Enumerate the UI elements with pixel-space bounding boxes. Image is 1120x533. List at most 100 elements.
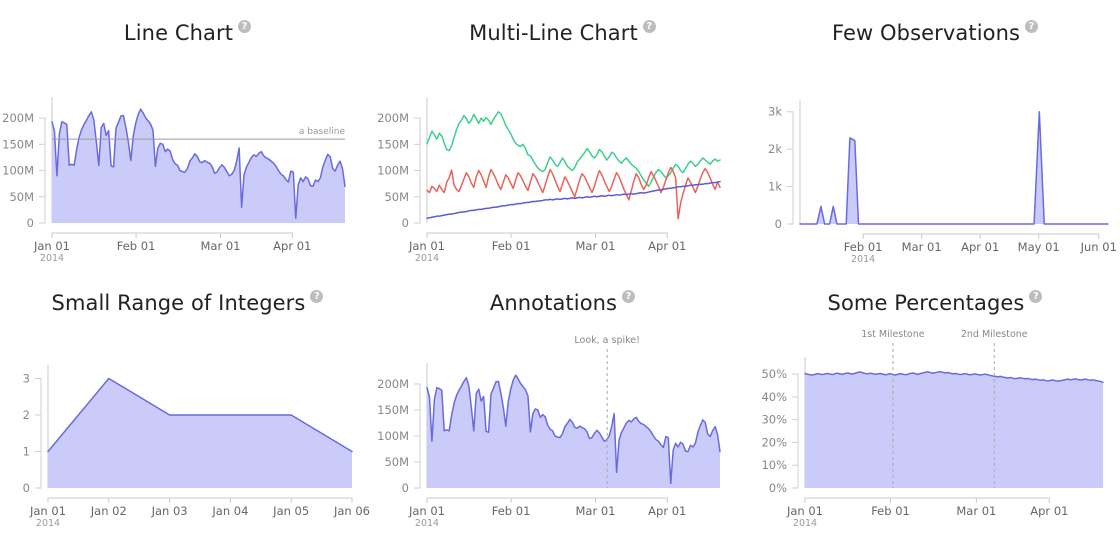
chart-svg: 0 50M 100M 150M 200M a baseline Jan 01 Feb 01 Ma… bbox=[2, 97, 346, 264]
y-axis-tick-label: 50M bbox=[9, 190, 34, 204]
y-axis-tick-label: 2k bbox=[768, 142, 782, 156]
y-axis-tick-label: 0 bbox=[27, 216, 34, 230]
series-area bbox=[427, 375, 720, 488]
y-axis-tick-label: 0 bbox=[775, 217, 782, 231]
series-line bbox=[426, 111, 721, 188]
x-axis-tick-label: Mar 01 bbox=[200, 239, 240, 253]
plot-area-few-observations: 0 1k 2k 3k Feb 01 Mar 01 Apr 01 May 01 Jun 01 201… bbox=[750, 0, 1120, 270]
x-axis-tick-label: Feb 01 bbox=[117, 239, 156, 253]
x-axis-tick-label: Jan 02 bbox=[90, 504, 127, 518]
x-axis-tick-label: Jan 01 bbox=[29, 504, 66, 518]
series-line bbox=[799, 110, 1109, 225]
series-line bbox=[426, 180, 721, 220]
y-axis-tick-label: 100M bbox=[377, 429, 409, 443]
x-axis-year-label: 2014 bbox=[793, 518, 817, 529]
y-axis-tick-label: 2 bbox=[23, 408, 30, 422]
x-axis-tick-label: Apr 01 bbox=[648, 239, 686, 253]
x-axis-tick-label: Feb 01 bbox=[492, 504, 531, 518]
x-axis-year-label: 2014 bbox=[415, 253, 439, 264]
chart-card-line-chart: Line Chart? 0 50M 100M 150M 200M a baseline Ja… bbox=[0, 0, 375, 270]
x-axis-tick-label: Jan 05 bbox=[272, 504, 309, 518]
baseline-label: a baseline bbox=[299, 127, 346, 137]
x-axis-tick-label: Apr 01 bbox=[648, 504, 686, 518]
x-axis-tick-label: Mar 01 bbox=[902, 240, 942, 254]
x-axis-tick-label: Jan 01 bbox=[408, 504, 445, 518]
chart-svg: 0 1 2 3 Jan 01 Jan 02 Jan 03 Jan 04 Jan 05 Jan 06… bbox=[23, 365, 370, 529]
x-axis-tick-label: Apr 01 bbox=[273, 239, 311, 253]
vertical-marker-label: 2nd Milestone bbox=[961, 329, 1028, 340]
x-axis-tick-label: Feb 01 bbox=[871, 504, 910, 518]
plot-area-annotations: 0 50M 100M 150M 200M Look, a spike! Jan 01 Feb … bbox=[375, 270, 750, 533]
series-area bbox=[805, 371, 1103, 488]
x-axis-year-label: 2014 bbox=[415, 518, 439, 529]
x-axis-tick-label: Feb 01 bbox=[844, 240, 883, 254]
chart-svg: 0 50M 100M 150M 200M Jan 01 Feb 01 Mar 01 Apr 01… bbox=[377, 97, 721, 264]
y-axis-tick-label: 10% bbox=[761, 458, 787, 472]
y-axis-tick-label: 150M bbox=[377, 403, 409, 417]
x-axis-year-label: 2014 bbox=[36, 518, 60, 529]
x-axis-tick-label: Jan 01 bbox=[786, 504, 823, 518]
y-axis-rail bbox=[787, 111, 794, 225]
x-axis-tick-label: Apr 01 bbox=[961, 240, 999, 254]
y-axis-tick-label: 200M bbox=[377, 377, 409, 391]
y-axis-tick-label: 20% bbox=[761, 435, 787, 449]
x-axis-rail bbox=[862, 233, 1100, 239]
y-axis-tick-label: 0% bbox=[769, 481, 787, 495]
y-axis-tick-label: 0 bbox=[402, 481, 409, 495]
chart-card-few-observations: Few Observations? 0 1k 2k 3k Feb 01 Mar 01 Apr… bbox=[750, 0, 1120, 270]
x-axis-rail bbox=[426, 497, 668, 503]
y-axis-rail bbox=[792, 373, 799, 489]
y-axis-tick-label: 3 bbox=[23, 371, 30, 385]
series-area bbox=[48, 378, 352, 488]
y-axis-tick-label: 0 bbox=[402, 216, 409, 230]
chart-card-annotations: Annotations? 0 50M 100M 150M 200M Look, a spi… bbox=[375, 270, 750, 533]
x-axis-tick-label: Jan 01 bbox=[408, 239, 445, 253]
chart-card-small-range-of-integers: Small Range of Integers? 0 1 2 3 Jan 01 Jan 0… bbox=[0, 270, 375, 533]
x-axis-rail bbox=[47, 497, 353, 503]
x-axis-rail bbox=[51, 232, 293, 238]
x-axis-tick-label: Mar 01 bbox=[575, 239, 615, 253]
y-axis-tick-label: 1 bbox=[23, 444, 30, 458]
x-axis-tick-label: Mar 01 bbox=[956, 504, 996, 518]
y-axis-tick-label: 30% bbox=[761, 413, 787, 427]
y-axis-tick-label: 50M bbox=[384, 455, 409, 469]
x-axis-year-label: 2014 bbox=[851, 254, 875, 265]
x-axis-tick-label: Jan 06 bbox=[333, 504, 370, 518]
y-axis-tick-label: 3k bbox=[768, 105, 782, 119]
chart-card-multi-line-chart: Multi-Line Chart? 0 50M 100M 150M 200M Jan 01… bbox=[375, 0, 750, 270]
y-axis-tick-label: 200M bbox=[377, 111, 409, 125]
x-axis-tick-label: May 01 bbox=[1018, 240, 1060, 254]
plot-area-small-range-of-integers: 0 1 2 3 Jan 01 Jan 02 Jan 03 Jan 04 Jan 05 Jan 06… bbox=[0, 270, 375, 533]
x-axis-tick-label: Jun 01 bbox=[1080, 240, 1117, 254]
chart-svg: 0 50M 100M 150M 200M Look, a spike! Jan 01 Feb … bbox=[377, 335, 721, 529]
x-axis-tick-label: Feb 01 bbox=[492, 239, 531, 253]
vertical-marker-label: Look, a spike! bbox=[574, 335, 640, 346]
y-axis-tick-label: 150M bbox=[2, 137, 34, 151]
y-axis-tick-label: 100M bbox=[2, 164, 34, 178]
y-axis-tick-label: 100M bbox=[377, 164, 409, 178]
plot-area-line-chart: 0 50M 100M 150M 200M a baseline Jan 01 Feb 01 Ma… bbox=[0, 0, 375, 270]
y-axis-tick-label: 50% bbox=[761, 367, 787, 381]
y-axis-rail bbox=[35, 377, 42, 489]
y-axis-tick-label: 50M bbox=[384, 190, 409, 204]
plot-area-some-percentages: 0% 10% 20% 30% 40% 50% 1st Milestone 2nd Milest… bbox=[750, 270, 1120, 533]
plot-area-multi-line-chart: 0 50M 100M 150M 200M Jan 01 Feb 01 Mar 01 Apr 01… bbox=[375, 0, 750, 270]
x-axis-tick-label: Apr 01 bbox=[1030, 504, 1068, 518]
y-axis-tick-label: 40% bbox=[761, 390, 787, 404]
chart-svg: 0% 10% 20% 30% 40% 50% 1st Milestone 2nd Milest… bbox=[761, 329, 1104, 529]
x-axis-rail bbox=[426, 232, 668, 238]
y-axis-tick-label: 1k bbox=[768, 180, 782, 194]
x-axis-tick-label: Jan 03 bbox=[151, 504, 188, 518]
vertical-marker-label: 1st Milestone bbox=[861, 329, 925, 340]
y-axis-tick-label: 0 bbox=[23, 481, 30, 495]
x-axis-tick-label: Jan 04 bbox=[211, 504, 248, 518]
charts-grid: Line Chart? 0 50M 100M 150M 200M a baseline Ja… bbox=[0, 0, 1120, 533]
x-axis-rail bbox=[804, 497, 1050, 503]
y-axis-tick-label: 150M bbox=[377, 137, 409, 151]
x-axis-tick-label: Mar 01 bbox=[575, 504, 615, 518]
x-axis-year-label: 2014 bbox=[40, 253, 64, 264]
x-axis-tick-label: Jan 01 bbox=[33, 239, 70, 253]
chart-svg: 0 1k 2k 3k Feb 01 Mar 01 Apr 01 May 01 Jun 01 201… bbox=[768, 100, 1117, 265]
chart-card-some-percentages: Some Percentages? 0% 10% 20% 30% 40% 50% 1st M… bbox=[750, 270, 1120, 533]
y-axis-tick-label: 200M bbox=[2, 111, 34, 125]
